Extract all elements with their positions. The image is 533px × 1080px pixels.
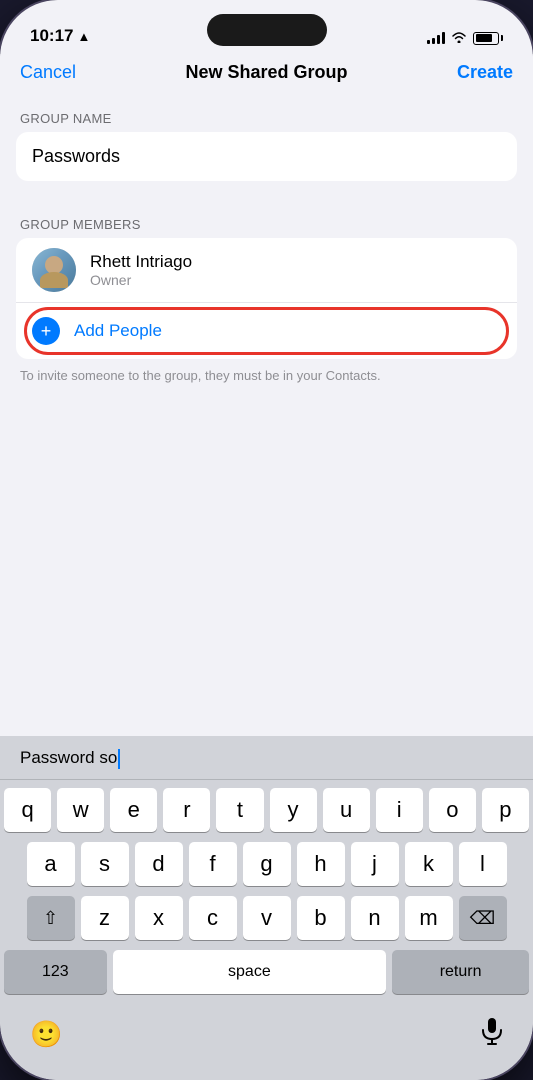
- shift-key[interactable]: ⇧: [27, 896, 75, 940]
- add-people-text: Add People: [74, 321, 162, 341]
- dynamic-island: [207, 14, 327, 46]
- member-info: Rhett Intriago Owner: [90, 252, 192, 288]
- key-v[interactable]: v: [243, 896, 291, 940]
- suggestion-text: Password so: [10, 748, 130, 769]
- key-y[interactable]: y: [270, 788, 317, 832]
- key-d[interactable]: d: [135, 842, 183, 886]
- key-e[interactable]: e: [110, 788, 157, 832]
- avatar: [32, 248, 76, 292]
- key-row-2: a s d f g h j k l: [4, 842, 529, 886]
- bottom-bar: 🙂: [0, 1008, 533, 1060]
- return-key[interactable]: return: [392, 950, 529, 994]
- phone-screen: 10:17 ▲: [0, 0, 533, 1080]
- group-name-label: GROUP NAME: [0, 95, 533, 132]
- wifi-icon: [451, 30, 467, 46]
- key-j[interactable]: j: [351, 842, 399, 886]
- key-t[interactable]: t: [216, 788, 263, 832]
- key-row-3: ⇧ z x c v b n m ⌫: [4, 896, 529, 940]
- key-row-1: q w e r t y u i o p: [4, 788, 529, 832]
- key-r[interactable]: r: [163, 788, 210, 832]
- key-row-4: 123 space return: [4, 950, 529, 994]
- key-a[interactable]: a: [27, 842, 75, 886]
- key-z[interactable]: z: [81, 896, 129, 940]
- battery-icon: [473, 32, 503, 45]
- member-role: Owner: [90, 272, 192, 288]
- key-n[interactable]: n: [351, 896, 399, 940]
- plus-symbol: +: [41, 322, 52, 340]
- location-icon: ▲: [77, 29, 90, 44]
- text-cursor: [118, 749, 120, 769]
- key-p[interactable]: p: [482, 788, 529, 832]
- status-icons: [427, 30, 503, 46]
- member-row: Rhett Intriago Owner: [16, 238, 517, 303]
- group-members-label: GROUP MEMBERS: [0, 201, 533, 238]
- key-b[interactable]: b: [297, 896, 345, 940]
- key-q[interactable]: q: [4, 788, 51, 832]
- group-name-value: Passwords: [32, 146, 120, 166]
- backspace-key[interactable]: ⌫: [459, 896, 507, 940]
- keyboard-rows: q w e r t y u i o p a s d f g: [0, 780, 533, 1008]
- signal-icon: [427, 32, 445, 44]
- key-w[interactable]: w: [57, 788, 104, 832]
- hint-text: To invite someone to the group, they mus…: [0, 359, 533, 401]
- suggestion-bar: Password so: [0, 736, 533, 780]
- group-name-input[interactable]: Passwords: [16, 132, 517, 181]
- member-name: Rhett Intriago: [90, 252, 192, 272]
- emoji-icon[interactable]: 🙂: [30, 1019, 62, 1050]
- microphone-icon[interactable]: [481, 1017, 503, 1052]
- key-i[interactable]: i: [376, 788, 423, 832]
- phone-frame: 10:17 ▲: [0, 0, 533, 1080]
- key-l[interactable]: l: [459, 842, 507, 886]
- key-f[interactable]: f: [189, 842, 237, 886]
- key-k[interactable]: k: [405, 842, 453, 886]
- key-m[interactable]: m: [405, 896, 453, 940]
- group-name-section: GROUP NAME Passwords: [0, 95, 533, 181]
- key-x[interactable]: x: [135, 896, 183, 940]
- key-h[interactable]: h: [297, 842, 345, 886]
- suggestion-value: Password so: [20, 748, 117, 767]
- page-title: New Shared Group: [185, 62, 347, 83]
- members-card: Rhett Intriago Owner + Add People: [16, 238, 517, 359]
- group-members-section: GROUP MEMBERS Rhett Intriago Owner: [0, 201, 533, 401]
- keyboard-area: Password so q w e r t y u i o p: [0, 736, 533, 1080]
- nav-bar: Cancel New Shared Group Create: [0, 54, 533, 95]
- space-key[interactable]: space: [113, 950, 387, 994]
- key-u[interactable]: u: [323, 788, 370, 832]
- create-button[interactable]: Create: [457, 62, 513, 83]
- add-people-row[interactable]: + Add People: [16, 303, 517, 359]
- status-time: 10:17 ▲: [30, 26, 90, 46]
- time-display: 10:17: [30, 26, 73, 46]
- key-s[interactable]: s: [81, 842, 129, 886]
- numbers-key[interactable]: 123: [4, 950, 107, 994]
- cancel-button[interactable]: Cancel: [20, 62, 76, 83]
- plus-icon: +: [32, 317, 60, 345]
- key-g[interactable]: g: [243, 842, 291, 886]
- key-c[interactable]: c: [189, 896, 237, 940]
- key-o[interactable]: o: [429, 788, 476, 832]
- content-area: GROUP NAME Passwords GROUP MEMBERS Rhett: [0, 95, 533, 401]
